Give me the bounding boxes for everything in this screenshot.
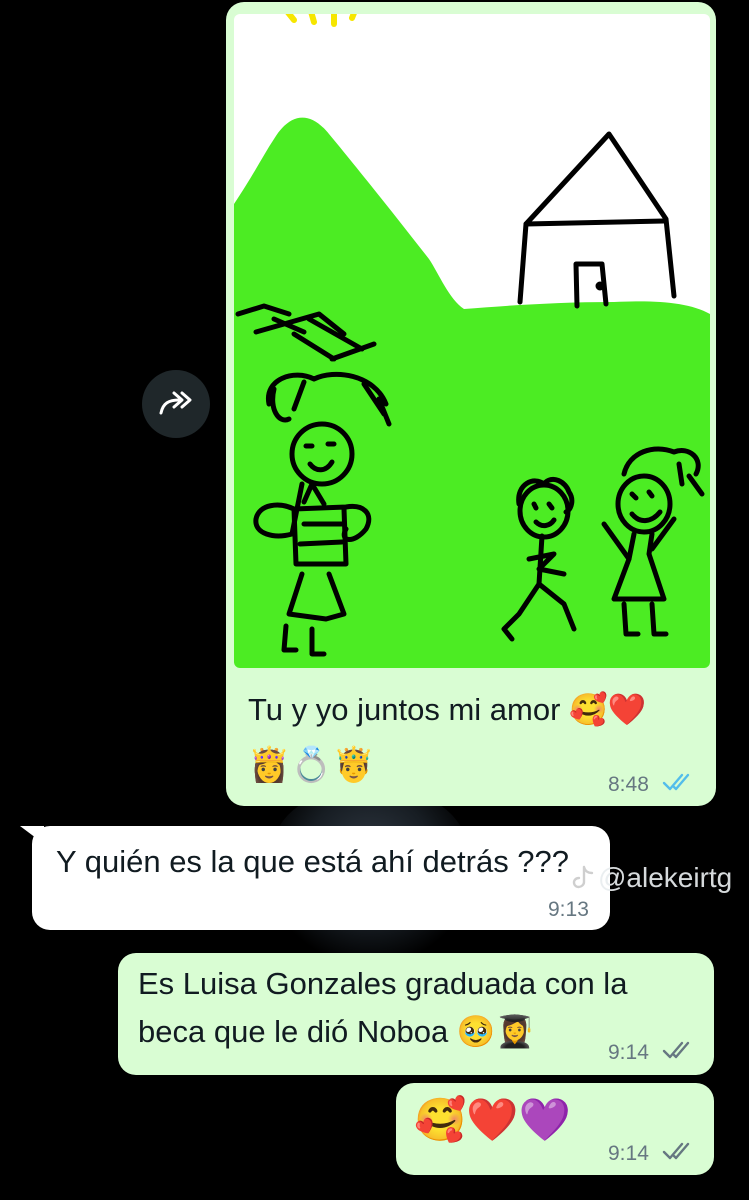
sun-rays xyxy=(285,14,357,27)
emoji-message-text: 🥰❤️💜 xyxy=(414,1095,571,1144)
drawing-caption-line2: 👸💍🤴 xyxy=(248,745,376,785)
delivered-ticks-icon xyxy=(662,1041,690,1059)
grass-hill xyxy=(234,117,710,668)
reply-line2-text: beca que le dió Noboa xyxy=(138,1014,449,1049)
message-time: 9:14 xyxy=(608,1142,649,1165)
reply-line2-emojis: 🥹👩‍🎓 xyxy=(456,1014,535,1050)
shared-drawing-image[interactable] xyxy=(234,14,710,668)
delivered-ticks-icon xyxy=(662,1142,690,1160)
read-ticks-icon xyxy=(662,773,690,791)
house-drawing xyxy=(517,131,677,309)
reply-line1: Es Luisa Gonzales graduada con la xyxy=(138,966,628,1001)
caption-emojis: 🥰❤️ xyxy=(569,692,647,728)
reply-line2: beca que le dió Noboa 🥹👩‍🎓 xyxy=(138,1012,534,1052)
forward-icon xyxy=(159,391,192,415)
watermark-handle: @alekeirtg xyxy=(598,862,733,893)
message-time: 9:13 xyxy=(548,898,589,921)
drawing-canvas xyxy=(234,14,710,668)
bubble-tail xyxy=(20,826,44,844)
caption-text: Tu y yo juntos mi amor xyxy=(248,692,561,727)
tiktok-watermark: @alekeirtg xyxy=(572,862,732,894)
drawing-caption-line1: Tu y yo juntos mi amor 🥰❤️ xyxy=(248,690,646,730)
incoming-message-text: Y quién es la que está ahí detrás ??? xyxy=(56,844,570,879)
message-time: 8:48 xyxy=(608,773,649,796)
forward-button[interactable] xyxy=(142,370,210,438)
tiktok-icon xyxy=(572,865,594,889)
message-time: 9:14 xyxy=(608,1041,649,1064)
